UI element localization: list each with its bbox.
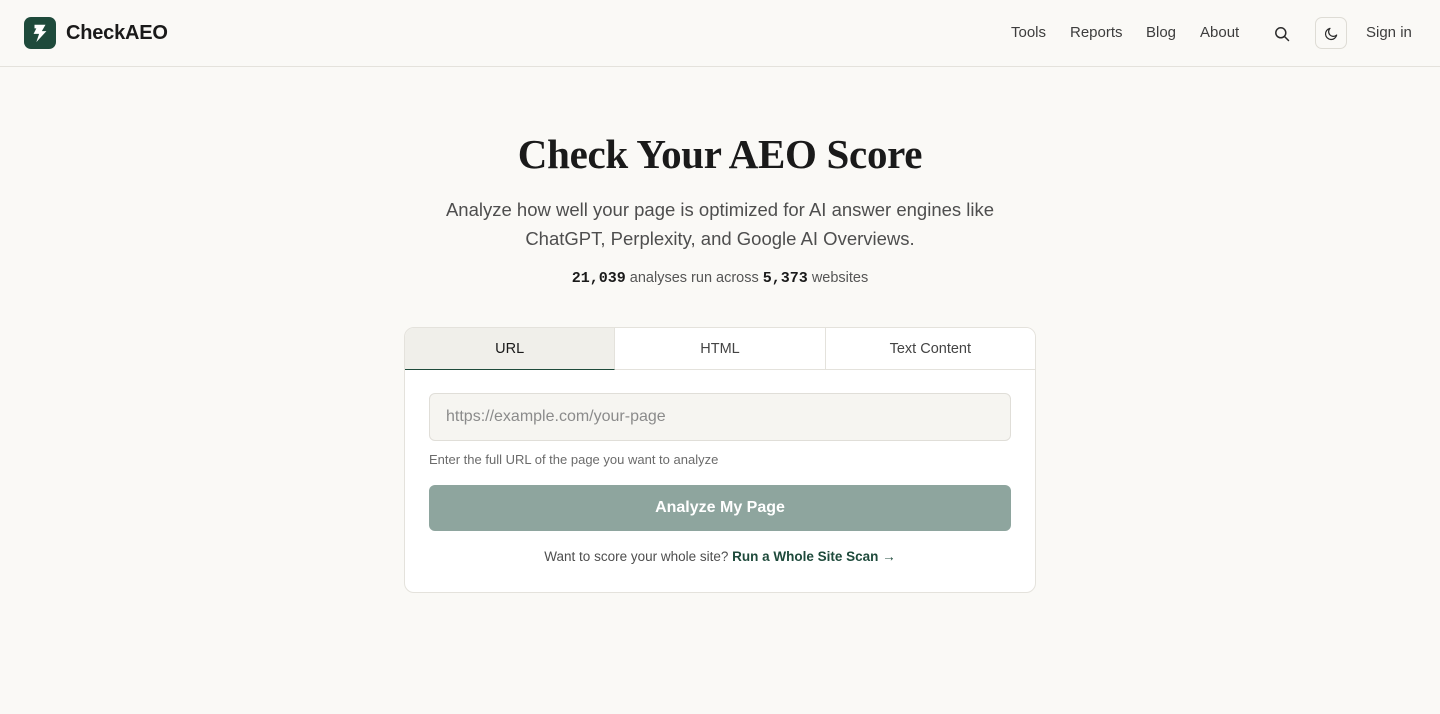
websites-text: websites [811, 270, 869, 286]
logo-link[interactable]: CheckAEO [24, 17, 168, 49]
search-icon[interactable] [1270, 22, 1294, 46]
analyses-text: analyses run across [629, 270, 759, 286]
site-scan-text: Want to score your whole site? [544, 549, 729, 564]
nav-about[interactable]: About [1200, 24, 1239, 42]
site-header: CheckAEO Tools Reports Blog About Sign i… [0, 0, 1440, 67]
page-title: Check Your AEO Score [517, 131, 923, 177]
page-subtitle: Analyze how well your page is optimized … [445, 199, 995, 249]
sign-in-link[interactable]: Sign in [1366, 24, 1412, 42]
theme-toggle-button[interactable] [1315, 17, 1347, 49]
nav-tools[interactable]: Tools [1011, 24, 1046, 42]
site-scan-prompt: Want to score your whole site? Run a Who… [405, 549, 1035, 564]
logo-text: CheckAEO [66, 21, 168, 44]
bolt-icon [24, 17, 56, 49]
input-type-tabs: URL HTML Text Content [405, 328, 1035, 370]
tab-text-content[interactable]: Text Content [825, 328, 1035, 369]
nav-reports[interactable]: Reports [1070, 24, 1123, 42]
usage-stats: 21,039 analyses run across 5,373 website… [0, 270, 1440, 287]
url-input[interactable] [429, 393, 1011, 441]
tab-url[interactable]: URL [405, 328, 616, 370]
websites-count: 5,373 [762, 270, 808, 287]
moon-icon [1324, 27, 1337, 40]
tab-html[interactable]: HTML [615, 328, 826, 369]
nav-blog[interactable]: Blog [1146, 24, 1176, 42]
analyze-card: URL HTML Text Content Enter the full URL… [404, 327, 1036, 593]
analyses-count: 21,039 [571, 270, 626, 287]
site-scan-link[interactable]: Run a Whole Site Scan → [732, 549, 896, 564]
url-hint: Enter the full URL of the page you want … [429, 452, 719, 467]
analyze-button[interactable]: Analyze My Page [429, 485, 1011, 531]
